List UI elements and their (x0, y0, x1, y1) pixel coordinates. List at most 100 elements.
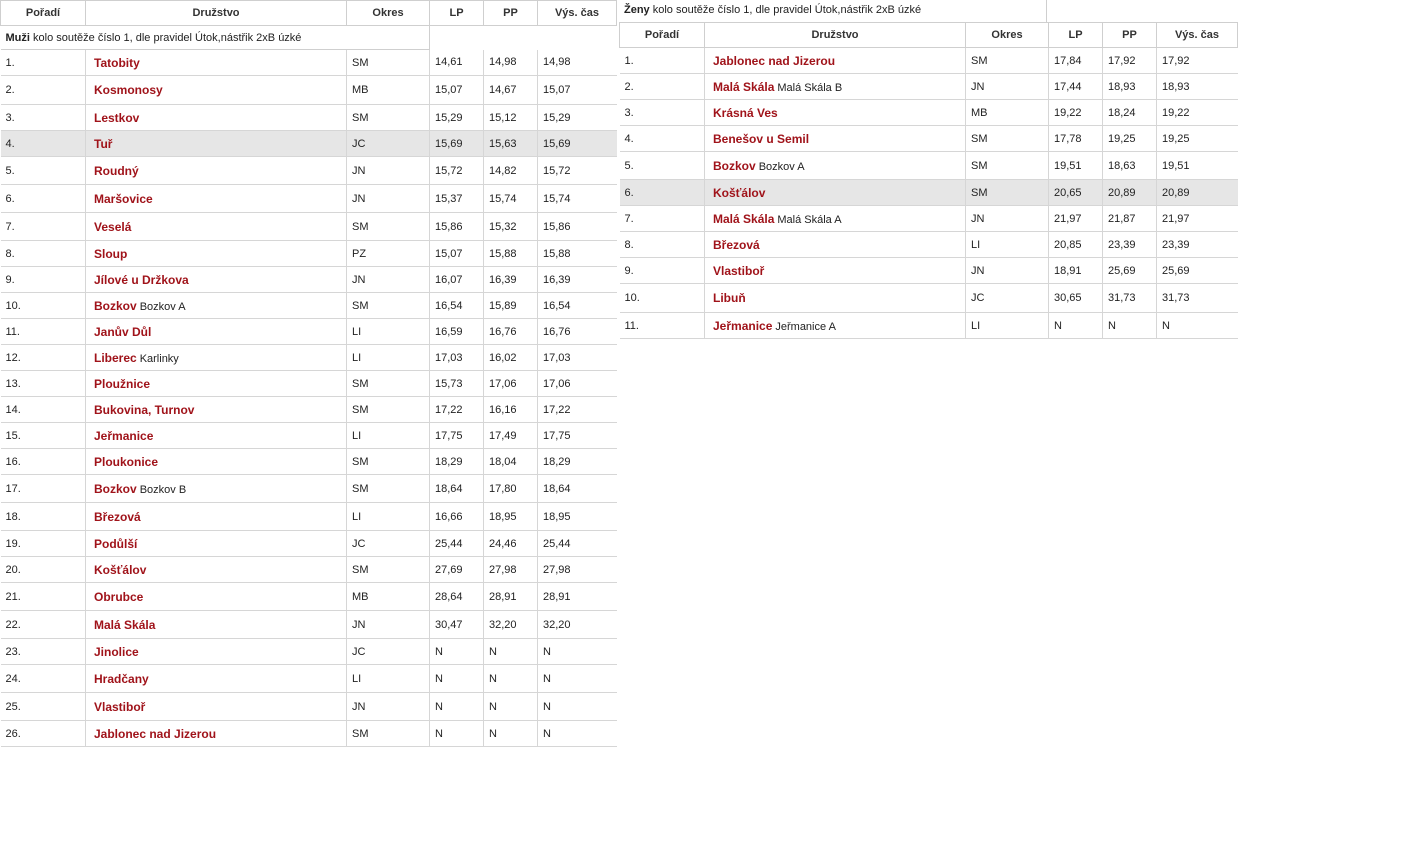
team-link[interactable]: Vlastiboř (94, 700, 145, 714)
team-link[interactable]: Kosmonosy (94, 83, 163, 97)
team-link[interactable]: Košťálov (713, 186, 765, 200)
table-row: 22. Malá Skála JN 30,47 32,20 32,20 (0, 610, 617, 639)
lp-cell: 27,69 (429, 556, 484, 583)
team-cell: Jablonec nad Jizerou (85, 720, 347, 747)
team-link[interactable]: Janův Důl (94, 325, 151, 339)
table-row: 7. Malá Skála Malá Skála A JN 21,97 21,87 21,9… (619, 205, 1238, 232)
team-link[interactable]: Jeřmanice (713, 319, 772, 333)
team-link[interactable]: Bozkov (94, 299, 137, 313)
time-cell: 27,98 (537, 556, 617, 583)
time-cell: 17,92 (1156, 47, 1238, 74)
rank-cell: 9. (619, 257, 705, 284)
team-cell: Obrubce (85, 582, 347, 611)
rank-cell: 4. (619, 125, 705, 152)
time-cell: 32,20 (537, 610, 617, 639)
team-link[interactable]: Roudný (94, 164, 139, 178)
rank-cell: 1. (619, 47, 705, 74)
team-link[interactable]: Malá Skála (94, 618, 155, 632)
team-cell: Vlastiboř (85, 692, 347, 721)
team-link[interactable]: Březová (94, 510, 141, 524)
team-link[interactable]: Jablonec nad Jizerou (94, 727, 216, 741)
team-link[interactable]: Malá Skála (713, 80, 774, 94)
team-link[interactable]: Tuř (94, 137, 112, 151)
team-link[interactable]: Liberec (94, 351, 137, 365)
table-row: 24. Hradčany LI N N N (0, 664, 617, 693)
lp-cell: 19,22 (1048, 99, 1103, 126)
team-link[interactable]: Hradčany (94, 672, 149, 686)
table-row: 23. Jinolice JC N N N (0, 638, 617, 665)
col-team-header: Družstvo (704, 22, 966, 48)
team-link[interactable]: Bukovina, Turnov (94, 403, 194, 417)
rank-cell: 7. (619, 205, 705, 232)
team-link[interactable]: Sloup (94, 247, 127, 261)
team-link[interactable]: Jinolice (94, 645, 139, 659)
team-link[interactable]: Libuň (713, 291, 746, 305)
rank-cell: 3. (0, 104, 86, 131)
team-link[interactable]: Březová (713, 238, 760, 252)
team-link[interactable]: Vlastiboř (713, 264, 764, 278)
team-link[interactable]: Tatobity (94, 56, 140, 70)
table-row: 2. Malá Skála Malá Skála B JN 17,44 18,93 18,9… (619, 73, 1238, 100)
team-cell: Jablonec nad Jizerou (704, 47, 966, 74)
team-cell: Bozkov Bozkov A (85, 292, 347, 319)
team-subname: Malá Skála B (777, 81, 843, 94)
district-cell: LI (346, 344, 430, 371)
rank-cell: 10. (619, 283, 705, 313)
rank-cell: 4. (0, 130, 86, 157)
time-cell: N (537, 692, 617, 721)
team-link[interactable]: Podůlší (94, 537, 137, 551)
team-cell: Jeřmanice Jeřmanice A (704, 312, 966, 339)
team-cell: Košťálov (85, 556, 347, 583)
table-row: 4. Tuř JC 15,69 15,63 15,69 (0, 130, 617, 157)
col-district-header: Okres (346, 0, 430, 26)
district-cell: PZ (346, 240, 430, 267)
lp-cell: N (429, 638, 484, 665)
team-link[interactable]: Jeřmanice (94, 429, 153, 443)
lp-cell: 18,29 (429, 448, 484, 475)
table-row: 8. Sloup PZ 15,07 15,88 15,88 (0, 240, 617, 267)
team-cell: Březová (85, 502, 347, 531)
lp-cell: 30,65 (1048, 283, 1103, 313)
time-cell: 16,54 (537, 292, 617, 319)
team-link[interactable]: Košťálov (94, 563, 146, 577)
table-row: 19. Podůlší JC 25,44 24,46 25,44 (0, 530, 617, 557)
team-link[interactable]: Lestkov (94, 111, 139, 125)
table-row: 8. Březová LI 20,85 23,39 23,39 (619, 231, 1238, 258)
team-cell: Jílové u Držkova (85, 266, 347, 293)
team-subname: Jeřmanice A (775, 320, 836, 333)
pp-cell: 15,32 (483, 212, 538, 241)
team-link[interactable]: Jílové u Držkova (94, 273, 189, 287)
lp-cell: 16,54 (429, 292, 484, 319)
pp-cell: 16,39 (483, 266, 538, 293)
table-row: 17. Bozkov Bozkov B SM 18,64 17,80 18,64 (0, 474, 617, 503)
lp-cell: 20,85 (1048, 231, 1103, 258)
team-link[interactable]: Veselá (94, 220, 131, 234)
rank-cell: 6. (619, 179, 705, 206)
lp-cell: 16,07 (429, 266, 484, 293)
time-cell: N (537, 638, 617, 665)
rank-cell: 8. (619, 231, 705, 258)
district-cell: SM (965, 179, 1049, 206)
table-row: 11. Janův Důl LI 16,59 16,76 16,76 (0, 318, 617, 345)
pp-cell: 18,95 (483, 502, 538, 531)
time-cell: 18,93 (1156, 73, 1238, 100)
district-cell: MB (346, 75, 430, 105)
team-cell: Janův Důl (85, 318, 347, 345)
rank-cell: 24. (0, 664, 86, 693)
team-link[interactable]: Krásná Ves (713, 106, 778, 120)
team-link[interactable]: Maršovice (94, 192, 153, 206)
team-link[interactable]: Obrubce (94, 590, 143, 604)
team-link[interactable]: Jablonec nad Jizerou (713, 54, 835, 68)
pp-cell: N (483, 692, 538, 721)
team-link[interactable]: Ploukonice (94, 455, 158, 469)
pp-cell: 19,25 (1102, 125, 1157, 152)
team-link[interactable]: Benešov u Semil (713, 132, 809, 146)
team-link[interactable]: Ploužnice (94, 377, 150, 391)
rank-cell: 15. (0, 422, 86, 449)
pp-cell: 17,06 (483, 370, 538, 397)
team-link[interactable]: Bozkov (713, 159, 756, 173)
team-link[interactable]: Bozkov (94, 482, 137, 496)
time-cell: 25,69 (1156, 257, 1238, 284)
team-link[interactable]: Malá Skála (713, 212, 774, 226)
district-cell: MB (965, 99, 1049, 126)
